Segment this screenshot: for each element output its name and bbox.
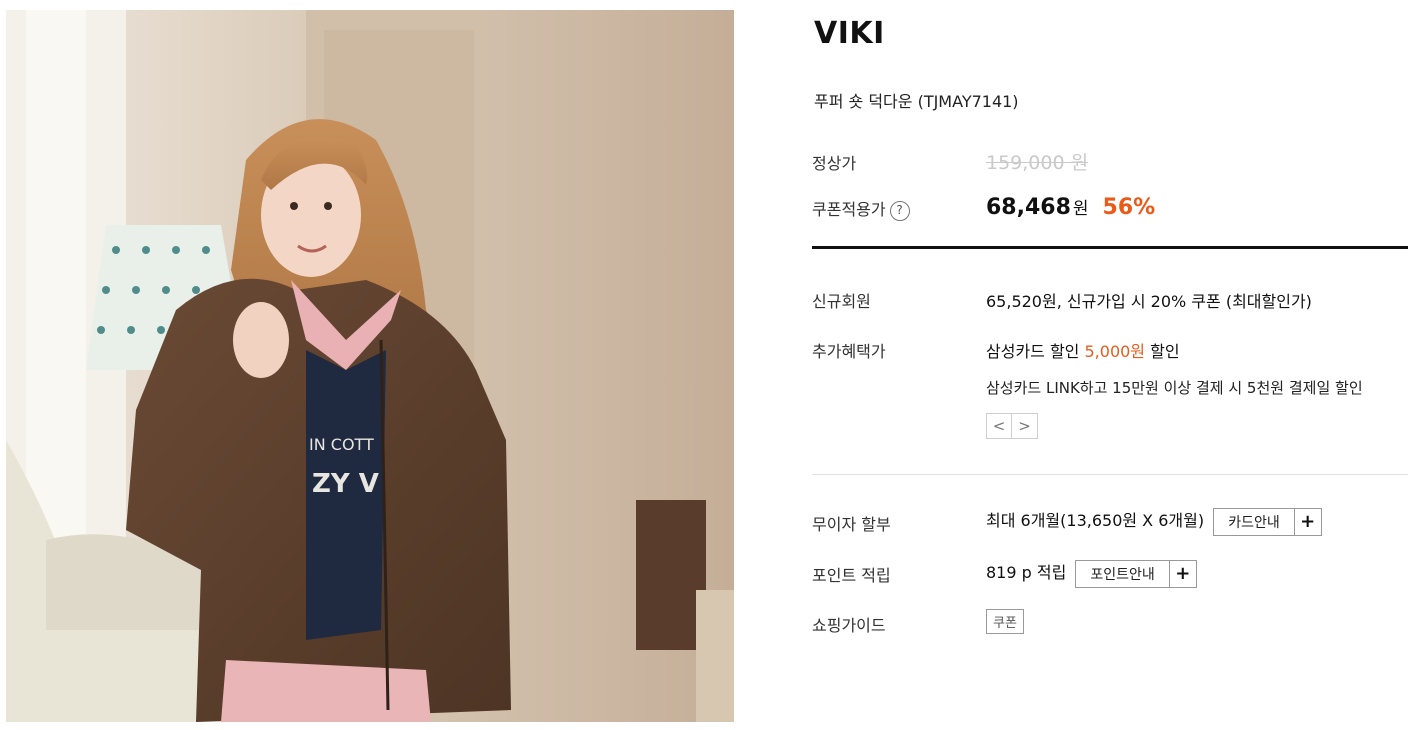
shopping-guide-row: 쿠폰 [986, 609, 1024, 634]
regular-price: 159,000 원 [986, 148, 1088, 175]
points-text: 819 p 적립 [986, 563, 1067, 582]
plus-icon: + [1175, 563, 1191, 584]
coupon-price: 68,468 원 56% [986, 194, 1155, 220]
product-name: 푸퍼 숏 덕다운 (TJMAY7141) [814, 92, 1019, 111]
installment-label: 무이자 할부 [812, 515, 891, 534]
installment-text: 최대 6개월(13,650원 X 6개월) [986, 511, 1205, 530]
product-image: IN COTT ZY V [6, 10, 734, 722]
card-guide-button[interactable]: 카드안내 + [1213, 507, 1322, 536]
shopping-guide-label: 쇼핑가이드 [812, 616, 886, 635]
extra-benefit: 삼성카드 할인 5,000원 할인 [986, 338, 1180, 362]
new-member-text: 65,520원, 신규가입 시 20% 쿠폰 (최대할인가) [986, 292, 1312, 311]
points-row: 819 p 적립 포인트안내 + [986, 559, 1197, 588]
extra-benefit-label: 추가혜택가 [812, 342, 886, 361]
points-guide-button[interactable]: 포인트안내 + [1075, 559, 1197, 588]
plus-icon: + [1300, 511, 1316, 532]
chevron-left-icon[interactable]: < [986, 413, 1012, 439]
product-info-panel: VIKI 푸퍼 숏 덕다운 (TJMAY7141) 정상가 159,000 원 … [812, 0, 1408, 730]
new-member-label: 신규회원 [812, 292, 871, 311]
points-label: 포인트 적립 [812, 566, 891, 585]
card-guide-label: 카드안내 [1214, 508, 1295, 535]
extra-benefit-detail: 삼성카드 LINK하고 15만원 이상 결제 시 5천원 결제일 할인 [986, 379, 1363, 397]
chevron-right-icon[interactable]: > [1012, 413, 1038, 439]
svg-text:IN COTT: IN COTT [309, 435, 374, 454]
brand-name[interactable]: VIKI [814, 16, 885, 51]
regular-price-value: 159,000 원 [986, 152, 1089, 174]
points-guide-label: 포인트안내 [1076, 560, 1170, 587]
coupon-price-label-row: 쿠폰적용가? [812, 196, 910, 221]
extra-benefit-amount: 5,000원 [1084, 342, 1146, 361]
coupon-price-value: 68,468 [986, 195, 1071, 220]
divider-thick [812, 246, 1408, 249]
regular-price-label: 정상가 [812, 154, 857, 173]
discount-rate: 56% [1102, 195, 1156, 220]
extra-benefit-prefix: 삼성카드 할인 [986, 342, 1080, 361]
divider-thin [812, 474, 1408, 475]
extra-benefit-suffix: 할인 [1150, 342, 1180, 361]
svg-text:ZY V: ZY V [312, 469, 379, 499]
coupon-price-label: 쿠폰적용가 [812, 200, 886, 219]
question-circle-icon[interactable]: ? [889, 201, 910, 221]
installment-row: 최대 6개월(13,650원 X 6개월) 카드안내 + [986, 507, 1322, 536]
coupon-tag-button[interactable]: 쿠폰 [986, 609, 1024, 634]
currency-unit: 원 [1072, 199, 1089, 219]
benefit-carousel-controls: < > [986, 413, 1038, 439]
